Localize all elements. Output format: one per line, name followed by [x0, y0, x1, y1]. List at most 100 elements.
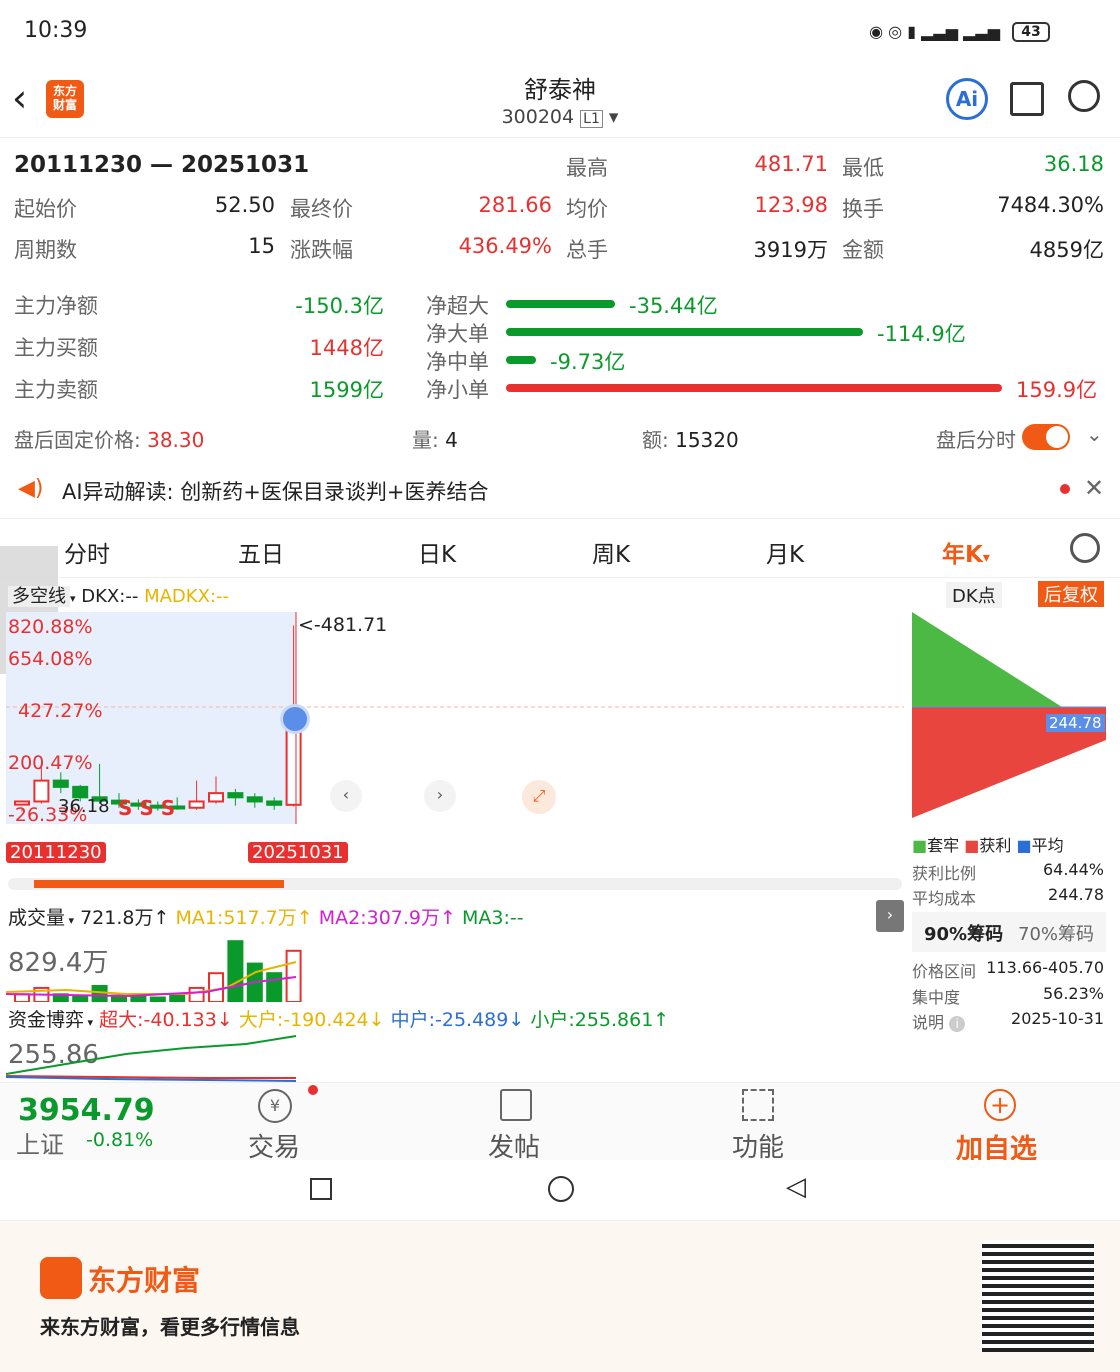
back-nav-icon[interactable]: ◁ [786, 1172, 806, 1202]
add-icon[interactable]: + [984, 1089, 1016, 1121]
volume-selector[interactable]: 成交量 [8, 907, 65, 929]
y-label-1: 654.08% [8, 648, 93, 670]
candle [246, 796, 263, 803]
trade-icon[interactable]: ¥ [258, 1089, 292, 1123]
label-amount: 金额 [842, 238, 884, 262]
chip-note-date: 2025-10-31 [1011, 1009, 1104, 1028]
trade-dot [308, 1085, 318, 1095]
flow-bar-value: -9.73亿 [550, 350, 626, 374]
after-volume: 量: 4 [412, 428, 458, 452]
candle [52, 779, 69, 788]
chevron-right-icon[interactable]: › [876, 900, 904, 932]
index-value[interactable]: 3954.79 [18, 1093, 155, 1128]
tab-70[interactable]: 70%筹码 [1018, 920, 1094, 946]
value-main-net: -150.3亿 [295, 294, 384, 318]
capital-selector[interactable]: 资金博弈 [8, 1009, 84, 1031]
footer-banner: 东方财富 来东方财富，看更多行情信息 [0, 1220, 1120, 1372]
after-amount: 额: 15320 [642, 428, 739, 452]
chip-tabs: 90%筹码 70%筹码 [912, 912, 1106, 952]
capital-header: 资金博弈 ▾ 超大:-40.133↓ 大户:-190.424↓ 中户:-25.4… [8, 1009, 670, 1031]
label-high: 最高 [566, 156, 608, 180]
ai-banner-text[interactable]: AI异动解读: 创新药+医保目录谈判+医养结合 [62, 476, 489, 506]
chip-conc: 56.23% [1042, 984, 1104, 1003]
bottom-nav: 3954.79 上证 -0.81% ¥ 交易 发帖 功能 + 加自选 [0, 1082, 1120, 1165]
label-avg: 均价 [566, 197, 608, 221]
value-periods: 15 [248, 234, 275, 258]
after-fixed: 盘后固定价格: 38.30 [14, 428, 205, 452]
flow-bar-value: -114.9亿 [877, 322, 966, 346]
chip-profit: 64.44% [1042, 860, 1104, 879]
app-header: ‹ 东方 财富 舒泰神 300204 L1 ▾ Ai [0, 66, 1120, 138]
footer-brand: 东方财富 [88, 1264, 201, 1297]
dkx-selector[interactable]: 多空线 [8, 586, 70, 607]
chip-current-tag: 244.78 [1046, 714, 1105, 732]
tab-fenshi[interactable]: 分时 [64, 535, 110, 569]
share-icon[interactable] [1010, 82, 1044, 116]
tab-yuek[interactable]: 月K [766, 535, 804, 569]
tab-wuri[interactable]: 五日 [238, 535, 284, 569]
chevron-down-icon[interactable]: ⌄ [1086, 422, 1103, 446]
chip-cost: 244.78 [1048, 885, 1104, 904]
after-time-label: 盘后分时 [936, 428, 1016, 452]
capital-chart [6, 1035, 297, 1082]
y-label-3: 200.47% [8, 752, 93, 774]
value-high: 481.71 [754, 152, 828, 176]
volume-bar [227, 940, 244, 1002]
label-main-buy: 主力买额 [14, 336, 98, 360]
chip-conc-label: 集中度 [912, 988, 961, 1007]
volume-bar [91, 985, 108, 1002]
status-time: 10:39 [24, 18, 88, 43]
status-bar: 10:39 ◉ ◎ ▮ ▂▃▅ ▂▃▅ 43 [0, 0, 1120, 66]
candle [266, 800, 283, 806]
gear-icon[interactable] [1070, 533, 1100, 563]
dk-point-button[interactable]: DK点 [946, 582, 1002, 608]
nav-post[interactable]: 发帖 [488, 1127, 540, 1164]
crosshair-handle[interactable] [280, 704, 310, 734]
tab-90[interactable]: 90%筹码 [924, 920, 1003, 946]
ai-icon[interactable]: Ai [946, 78, 988, 120]
fq-button[interactable]: 后复权 [1038, 581, 1104, 607]
battery-icon: 43 [1012, 22, 1050, 42]
chip-cost-label: 平均成本 [912, 889, 977, 908]
volume-bar [72, 994, 89, 1002]
footer-slogan: 来东方财富，看更多行情信息 [40, 1315, 300, 1339]
value-end: 281.66 [478, 193, 552, 217]
date-range: 20111230 — 20251031 [14, 152, 310, 178]
after-time-toggle[interactable] [1022, 424, 1070, 450]
label-volume: 总手 [566, 238, 608, 262]
chevron-left-icon[interactable]: ‹ [330, 780, 362, 812]
flow-bar-value: 159.9亿 [1016, 378, 1098, 402]
flow-bar-label: 净超大 [426, 294, 489, 318]
period-tabs: 分时 五日 日K 周K 月K 年K▾ [0, 518, 1120, 578]
chip-range: 113.66-405.70 [986, 958, 1104, 977]
candle [188, 800, 205, 809]
volume-bar [208, 972, 224, 1002]
y-label-2: 427.27% [18, 700, 103, 722]
range-slider-fill[interactable] [34, 880, 284, 888]
close-icon[interactable]: ✕ [1084, 474, 1104, 502]
candle [227, 792, 244, 799]
flow-bar-label: 净小单 [426, 378, 489, 402]
speaker-icon: ◀) [18, 476, 44, 501]
y-label-0: 820.88% [8, 616, 93, 638]
expand-icon[interactable]: ⤢ [522, 780, 556, 814]
grid-icon[interactable] [742, 1089, 774, 1121]
label-periods: 周期数 [14, 238, 77, 262]
signal-icon: ◉ ◎ ▮ ▂▃▅ ▂▃▅ [869, 22, 1000, 41]
nav-trade[interactable]: 交易 [248, 1127, 300, 1164]
search-icon[interactable] [1068, 80, 1100, 112]
end-date-tag: 20251031 [248, 842, 348, 863]
volume-bar [266, 972, 283, 1002]
chip-note[interactable]: 说明 i [912, 1009, 966, 1033]
value-main-buy: 1448亿 [309, 336, 384, 360]
home-icon[interactable] [548, 1176, 574, 1202]
tab-rik[interactable]: 日K [418, 535, 456, 569]
tab-niank[interactable]: 年K▾ [942, 535, 990, 569]
edit-icon[interactable] [500, 1089, 532, 1121]
chevron-right-icon[interactable]: › [424, 780, 456, 812]
recents-icon[interactable] [310, 1178, 332, 1200]
info-icon[interactable]: i [949, 1016, 966, 1032]
nav-func[interactable]: 功能 [732, 1127, 784, 1164]
candle [208, 792, 224, 803]
tab-zhouk[interactable]: 周K [592, 535, 630, 569]
